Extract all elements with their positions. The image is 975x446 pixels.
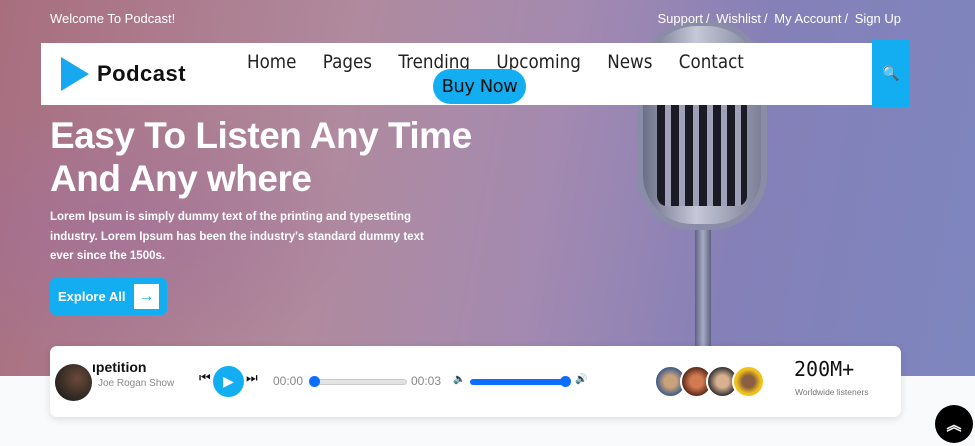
wishlist-link[interactable]: Wishlist [716,11,761,26]
previous-icon[interactable]: ⏮ [199,370,211,386]
progress-slider[interactable] [312,379,407,385]
top-links: Support / Wishlist / My Account / Sign Up [657,11,901,26]
nav-home[interactable]: Home [247,51,296,73]
support-link[interactable]: Support [657,11,703,26]
volume-knob[interactable] [560,376,571,387]
search-button[interactable]: 🔍 [872,40,910,107]
play-icon: ▶ [223,373,234,389]
nav-contact[interactable]: Contact [679,51,744,73]
scroll-to-top-button[interactable]: ︽ [935,405,973,443]
my-account-link[interactable]: My Account [774,11,841,26]
sign-up-link[interactable]: Sign Up [855,11,901,26]
episode-title: ıpetition [92,359,147,375]
episode-thumbnail [55,364,92,401]
hero-title: Easy To Listen Any Time And Any where [50,115,472,199]
duration: 00:03 [411,374,442,388]
volume-slider[interactable] [470,379,565,385]
listener-label: Worldwide listeners [795,387,869,397]
hero-text: Lorem Ipsum is simply dummy text of the … [50,211,424,262]
audio-player: ıpetition Joe Rogan Show ⏮ ▶ ⏭ 00:00 00:… [50,346,901,417]
podcast-logo-icon [61,57,89,91]
volume-high-icon[interactable]: 🔊 [575,374,587,385]
buy-now-button[interactable]: Buy Now [433,69,526,104]
play-button[interactable]: ▶ [213,366,244,397]
current-time: 00:00 [273,374,304,388]
welcome-text: Welcome To Podcast! [50,11,176,26]
next-icon[interactable]: ⏭ [246,370,258,386]
listener-avatar [732,365,765,398]
progress-knob[interactable] [309,376,320,387]
listener-count: 200M+ [794,357,855,381]
nav-news[interactable]: News [607,51,652,73]
nav-pages[interactable]: Pages [323,51,372,73]
search-icon: 🔍 [882,65,900,81]
volume-low-icon[interactable]: 🔈 [453,374,465,385]
show-name: Joe Rogan Show [98,378,175,389]
arrow-right-icon: → [134,284,159,309]
double-chevron-up-icon: ︽ [946,416,962,434]
logo[interactable]: Podcast [61,57,186,91]
explore-all-button[interactable]: Explore All → [50,278,167,315]
